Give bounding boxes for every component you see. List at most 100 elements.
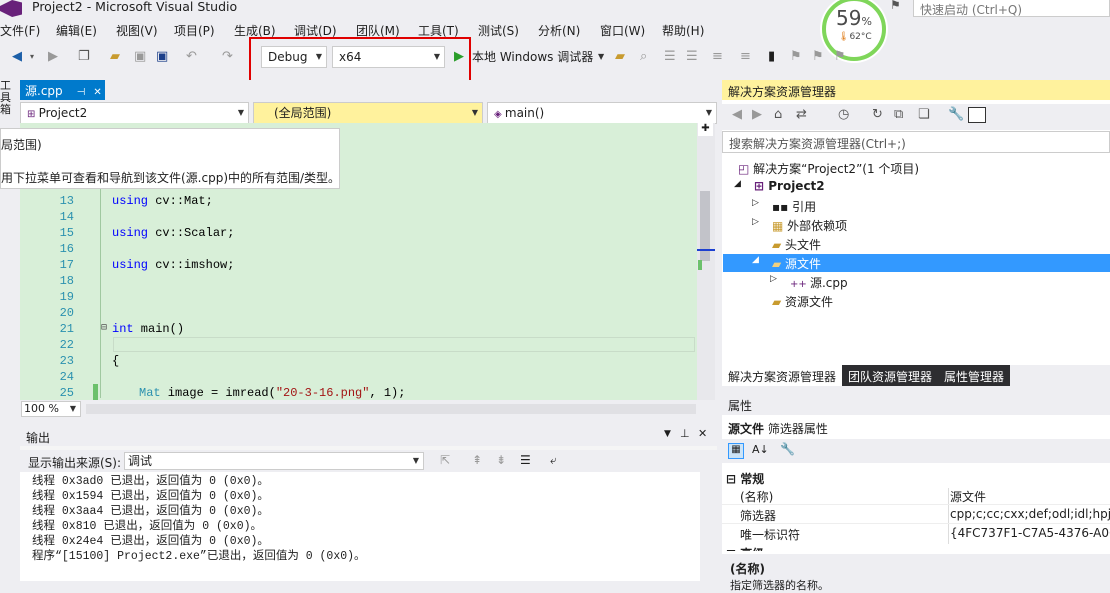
solution-explorer-tabs: 解决方案资源管理器 团队资源管理器 属性管理器 [722,365,1110,386]
home-icon[interactable]: ⌂ [774,104,782,126]
indent-icon[interactable]: ☰ [664,46,676,68]
line-number: 21 [59,322,74,336]
menu-window[interactable]: 窗口(W) [600,22,645,39]
member-nav-select[interactable]: ◈ main() ▼ [487,102,717,124]
back-icon[interactable]: ◀ [12,46,22,68]
show-all-files-icon[interactable]: ❏ [918,104,930,126]
chevron-down-icon: ▼ [705,108,712,117]
categorized-icon[interactable]: ▦ [728,443,744,459]
word-wrap-icon[interactable]: ⤶ [550,453,557,468]
editor-horizontal-scrollbar[interactable] [86,404,696,414]
previous-message-icon[interactable]: ⇞ [472,453,482,467]
forward-icon[interactable]: ▶ [48,46,58,68]
tree-item-header-files[interactable]: ▰ 头文件 [772,236,821,253]
tree-item-source-files[interactable]: ▰ 源文件 [772,255,821,272]
find-icon[interactable]: ⌕ [640,46,647,68]
line-number: 14 [59,210,74,224]
tree-item-resource-files[interactable]: ▰ 资源文件 [772,293,833,310]
solution-explorer-title: 解决方案资源管理器 [722,80,1110,100]
new-project-icon[interactable]: ❐ [78,46,90,68]
property-category-general[interactable]: ⊟ 常规 [726,470,764,487]
menu-test[interactable]: 测试(S) [478,22,519,39]
line-number: 23 [59,354,74,368]
pin-icon[interactable]: ⊥ [680,427,690,440]
tree-item-references[interactable]: ▪▪ 引用 [772,198,816,215]
references-icon: ▪▪ [772,200,793,214]
refresh-icon[interactable]: ↻ [872,104,883,126]
prev-bookmark-icon[interactable]: ⚑ [790,46,802,68]
bookmark-icon[interactable]: ▮ [768,46,775,68]
save-icon[interactable]: ▣ [134,46,146,68]
redo-icon[interactable]: ↷ [222,46,233,68]
tree-item-external-deps[interactable]: ▦ 外部依赖项 [772,217,847,234]
back-icon[interactable]: ◀ [732,104,742,126]
go-to-message-icon[interactable]: ⇱ [440,453,450,467]
expand-icon[interactable]: ◢ [752,255,759,265]
close-icon[interactable]: ✕ [698,427,707,440]
undo-icon[interactable]: ↶ [186,46,197,68]
properties-object[interactable]: 源文件 筛选器属性 [728,420,828,437]
project-nav-select[interactable]: ⊞ Project2 ▼ [20,102,249,124]
close-icon[interactable]: ✕ [93,87,101,98]
preview-icon[interactable] [968,107,986,123]
tab-solution-explorer[interactable]: 解决方案资源管理器 [722,365,843,386]
quick-launch-input[interactable]: 快速启动 (Ctrl+Q) [913,0,1110,17]
tab-team-explorer[interactable]: 团队资源管理器 [842,365,939,386]
output-scrollbar[interactable] [700,472,717,581]
start-debug-button[interactable]: 本地 Windows 调试器 [472,46,593,68]
folder-icon: ▰ [772,238,786,252]
tree-item-project[interactable]: ⊞ Project2 [754,179,825,193]
tree-item-source-cpp[interactable]: ++ 源.cpp [790,274,848,291]
outdent-icon[interactable]: ☰ [686,46,698,68]
menu-help[interactable]: 帮助(H) [662,22,704,39]
menu-edit[interactable]: 编辑(E) [56,22,97,39]
tab-property-manager[interactable]: 属性管理器 [938,365,1011,386]
output-source-select[interactable]: 调试 ▼ [124,452,424,470]
forward-icon[interactable]: ▶ [752,104,762,126]
uncomment-icon[interactable]: ≡ [740,46,751,68]
back-dropdown-icon[interactable]: ▾ [30,46,34,68]
alphabetical-icon[interactable]: A↓ [752,443,769,456]
comment-icon[interactable]: ≡ [712,46,723,68]
scope-nav-select[interactable]: (全局范围) ▼ [253,102,483,124]
panel-menu-icon[interactable]: ▼ [664,429,671,439]
feedback-flag-icon[interactable]: ⚑ [890,0,904,12]
menu-analyze[interactable]: 分析(N) [538,22,580,39]
menu-file[interactable]: 文件(F) [0,22,40,39]
editor-vertical-scrollbar[interactable]: ✚ [697,123,715,400]
next-message-icon[interactable]: ⇟ [496,453,506,467]
tab-source-file[interactable]: 源.cpp ⊣ ✕ [20,80,105,100]
sync-icon[interactable]: ⇄ [796,104,807,126]
collapse-arrow-icon[interactable]: ▷ [770,274,777,284]
collapse-toggle-icon[interactable]: ⊟ [101,322,107,334]
property-description: (名称) 指定筛选器的名称。 [722,554,1110,592]
collapse-all-icon[interactable]: ⧉ [894,104,903,126]
line-number: 22 [59,338,74,352]
property-pages-wrench-icon[interactable]: 🔧 [780,442,795,456]
output-source-row: 显示输出来源(S): 调试 ▼ ⇱ ⇞ ⇟ ☰ ⤶ [20,450,717,472]
save-all-icon[interactable]: ▣ [156,46,168,68]
menu-project[interactable]: 项目(P) [174,22,215,39]
solution-search-input[interactable]: 搜索解决方案资源管理器(Ctrl+;) [722,131,1110,153]
tree-item-solution[interactable]: ◰ 解决方案“Project2”(1 个项目) [738,160,919,177]
attach-process-icon[interactable]: ▰ [615,46,625,68]
property-category-advanced[interactable]: ⊟ 高级 [726,545,764,551]
zoom-select[interactable]: 100 % ▼ [21,401,81,417]
properties-wrench-icon[interactable]: 🔧 [948,104,964,126]
clear-bookmarks-icon[interactable]: ⚑ [834,46,846,68]
pending-changes-icon[interactable]: ◷ [838,104,849,126]
expand-icon[interactable]: ◢ [734,179,741,189]
clear-all-icon[interactable]: ☰ [520,453,531,467]
debugger-dropdown-icon[interactable]: ▼ [598,46,604,68]
menu-view[interactable]: 视图(V) [116,22,158,39]
toolbox-tab[interactable]: 工具箱 [0,80,12,116]
property-row[interactable]: 唯一标识符 {4FC737F1-C7A5-4376-A066 [734,526,1110,544]
next-bookmark-icon[interactable]: ⚑ [812,46,824,68]
change-marker [93,384,98,400]
collapse-arrow-icon[interactable]: ▷ [752,198,759,208]
collapse-arrow-icon[interactable]: ▷ [752,217,759,227]
output-text[interactable]: 线程 0x3ad0 已退出，返回值为 0 (0x0)。 线程 0x1594 已退… [20,472,717,581]
open-file-icon[interactable]: ▰ [110,46,120,68]
split-icon[interactable]: ✚ [698,123,713,136]
pin-icon[interactable]: ⊣ [77,87,86,98]
